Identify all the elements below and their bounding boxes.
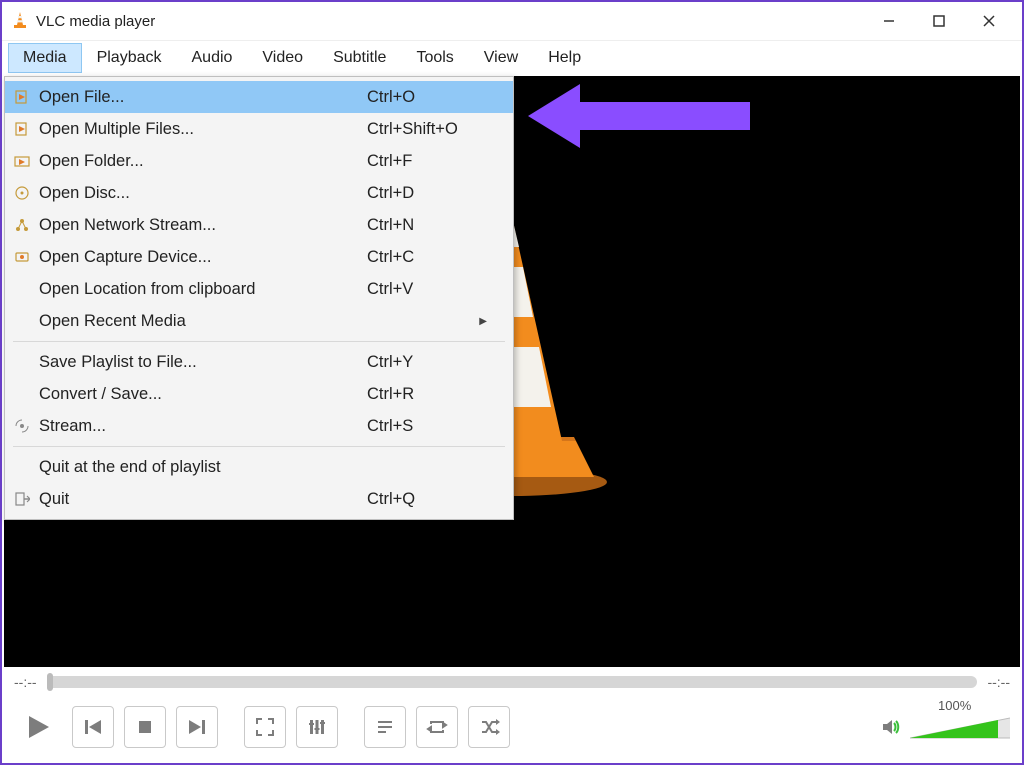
menu-item-shortcut: Ctrl+F	[367, 152, 487, 171]
menu-item-shortcut: Ctrl+Y	[367, 353, 487, 372]
menu-item-label: Open Location from clipboard	[39, 280, 367, 299]
menu-bar: Media Playback Audio Video Subtitle Tool…	[2, 40, 1022, 74]
menu-separator	[13, 341, 505, 342]
close-button[interactable]	[964, 3, 1014, 39]
menu-audio[interactable]: Audio	[177, 43, 248, 73]
shuffle-button[interactable]	[468, 706, 510, 748]
menu-item-shortcut: Ctrl+C	[367, 248, 487, 267]
file-play-icon	[5, 89, 39, 105]
volume-slider[interactable]	[910, 714, 1010, 740]
menu-item-quit-end-of-playlist[interactable]: Quit at the end of playlist	[5, 451, 513, 483]
play-button[interactable]	[14, 704, 62, 750]
app-icon	[10, 11, 30, 31]
previous-button[interactable]	[72, 706, 114, 748]
menu-item-label: Open Disc...	[39, 184, 367, 203]
menu-item-label: Open Network Stream...	[39, 216, 367, 235]
playback-controls: --:-- --:--	[4, 667, 1020, 761]
menu-item-label: Quit at the end of playlist	[39, 458, 367, 477]
minimize-button[interactable]	[864, 3, 914, 39]
menu-item-open-capture-device[interactable]: Open Capture Device... Ctrl+C	[5, 241, 513, 273]
menu-item-save-playlist[interactable]: Save Playlist to File... Ctrl+Y	[5, 346, 513, 378]
volume-percentage: 100%	[938, 698, 971, 713]
menu-item-stream[interactable]: Stream... Ctrl+S	[5, 410, 513, 442]
time-elapsed: --:--	[14, 674, 37, 690]
next-button[interactable]	[176, 706, 218, 748]
menu-item-open-folder[interactable]: Open Folder... Ctrl+F	[5, 145, 513, 177]
button-row: 100%	[4, 697, 1020, 757]
menu-media[interactable]: Media	[8, 43, 82, 73]
speaker-icon[interactable]	[880, 716, 902, 738]
menu-view[interactable]: View	[469, 43, 533, 73]
menu-item-convert-save[interactable]: Convert / Save... Ctrl+R	[5, 378, 513, 410]
seek-row: --:-- --:--	[4, 667, 1020, 697]
capture-icon	[5, 249, 39, 265]
seek-thumb[interactable]	[47, 673, 53, 691]
menu-item-label: Open Recent Media	[39, 312, 359, 331]
menu-item-open-network-stream[interactable]: Open Network Stream... Ctrl+N	[5, 209, 513, 241]
fullscreen-button[interactable]	[244, 706, 286, 748]
annotation-arrow	[520, 76, 760, 156]
seek-bar[interactable]	[47, 676, 978, 688]
menu-item-open-multiple-files[interactable]: Open Multiple Files... Ctrl+Shift+O	[5, 113, 513, 145]
menu-item-open-disc[interactable]: Open Disc... Ctrl+D	[5, 177, 513, 209]
window-title: VLC media player	[36, 13, 155, 30]
file-play-icon	[5, 121, 39, 137]
menu-item-label: Open File...	[39, 88, 367, 107]
menu-item-shortcut: Ctrl+V	[367, 280, 487, 299]
menu-item-label: Quit	[39, 490, 367, 509]
extended-settings-button[interactable]	[296, 706, 338, 748]
disc-icon	[5, 185, 39, 201]
volume-control: 100%	[880, 714, 1010, 740]
menu-item-label: Convert / Save...	[39, 385, 367, 404]
folder-play-icon	[5, 153, 39, 169]
stop-button[interactable]	[124, 706, 166, 748]
menu-item-label: Open Folder...	[39, 152, 367, 171]
stream-icon	[5, 418, 39, 434]
menu-item-shortcut: Ctrl+S	[367, 417, 487, 436]
menu-video[interactable]: Video	[247, 43, 318, 73]
menu-item-shortcut: Ctrl+Shift+O	[367, 120, 487, 139]
menu-help[interactable]: Help	[533, 43, 596, 73]
time-total: --:--	[987, 674, 1010, 690]
maximize-button[interactable]	[914, 3, 964, 39]
menu-item-shortcut: Ctrl+N	[367, 216, 487, 235]
loop-button[interactable]	[416, 706, 458, 748]
menu-item-open-recent-media[interactable]: Open Recent Media ▶	[5, 305, 513, 337]
menu-item-open-file[interactable]: Open File... Ctrl+O	[5, 81, 513, 113]
menu-item-label: Open Capture Device...	[39, 248, 367, 267]
menu-item-shortcut: Ctrl+D	[367, 184, 487, 203]
menu-playback[interactable]: Playback	[82, 43, 177, 73]
quit-icon	[5, 491, 39, 507]
title-bar: VLC media player	[2, 2, 1022, 40]
window-controls	[864, 3, 1014, 39]
menu-separator	[13, 446, 505, 447]
menu-item-open-location-clipboard[interactable]: Open Location from clipboard Ctrl+V	[5, 273, 513, 305]
menu-item-shortcut: Ctrl+R	[367, 385, 487, 404]
menu-tools[interactable]: Tools	[401, 43, 468, 73]
network-icon	[5, 217, 39, 233]
menu-item-label: Open Multiple Files...	[39, 120, 367, 139]
submenu-arrow-icon: ▶	[479, 316, 487, 327]
menu-item-shortcut: Ctrl+Q	[367, 490, 487, 509]
menu-item-label: Save Playlist to File...	[39, 353, 367, 372]
menu-item-quit[interactable]: Quit Ctrl+Q	[5, 483, 513, 515]
menu-subtitle[interactable]: Subtitle	[318, 43, 401, 73]
playlist-button[interactable]	[364, 706, 406, 748]
menu-item-label: Stream...	[39, 417, 367, 436]
menu-item-shortcut: Ctrl+O	[367, 88, 487, 107]
media-dropdown: Open File... Ctrl+O Open Multiple Files.…	[4, 76, 514, 520]
